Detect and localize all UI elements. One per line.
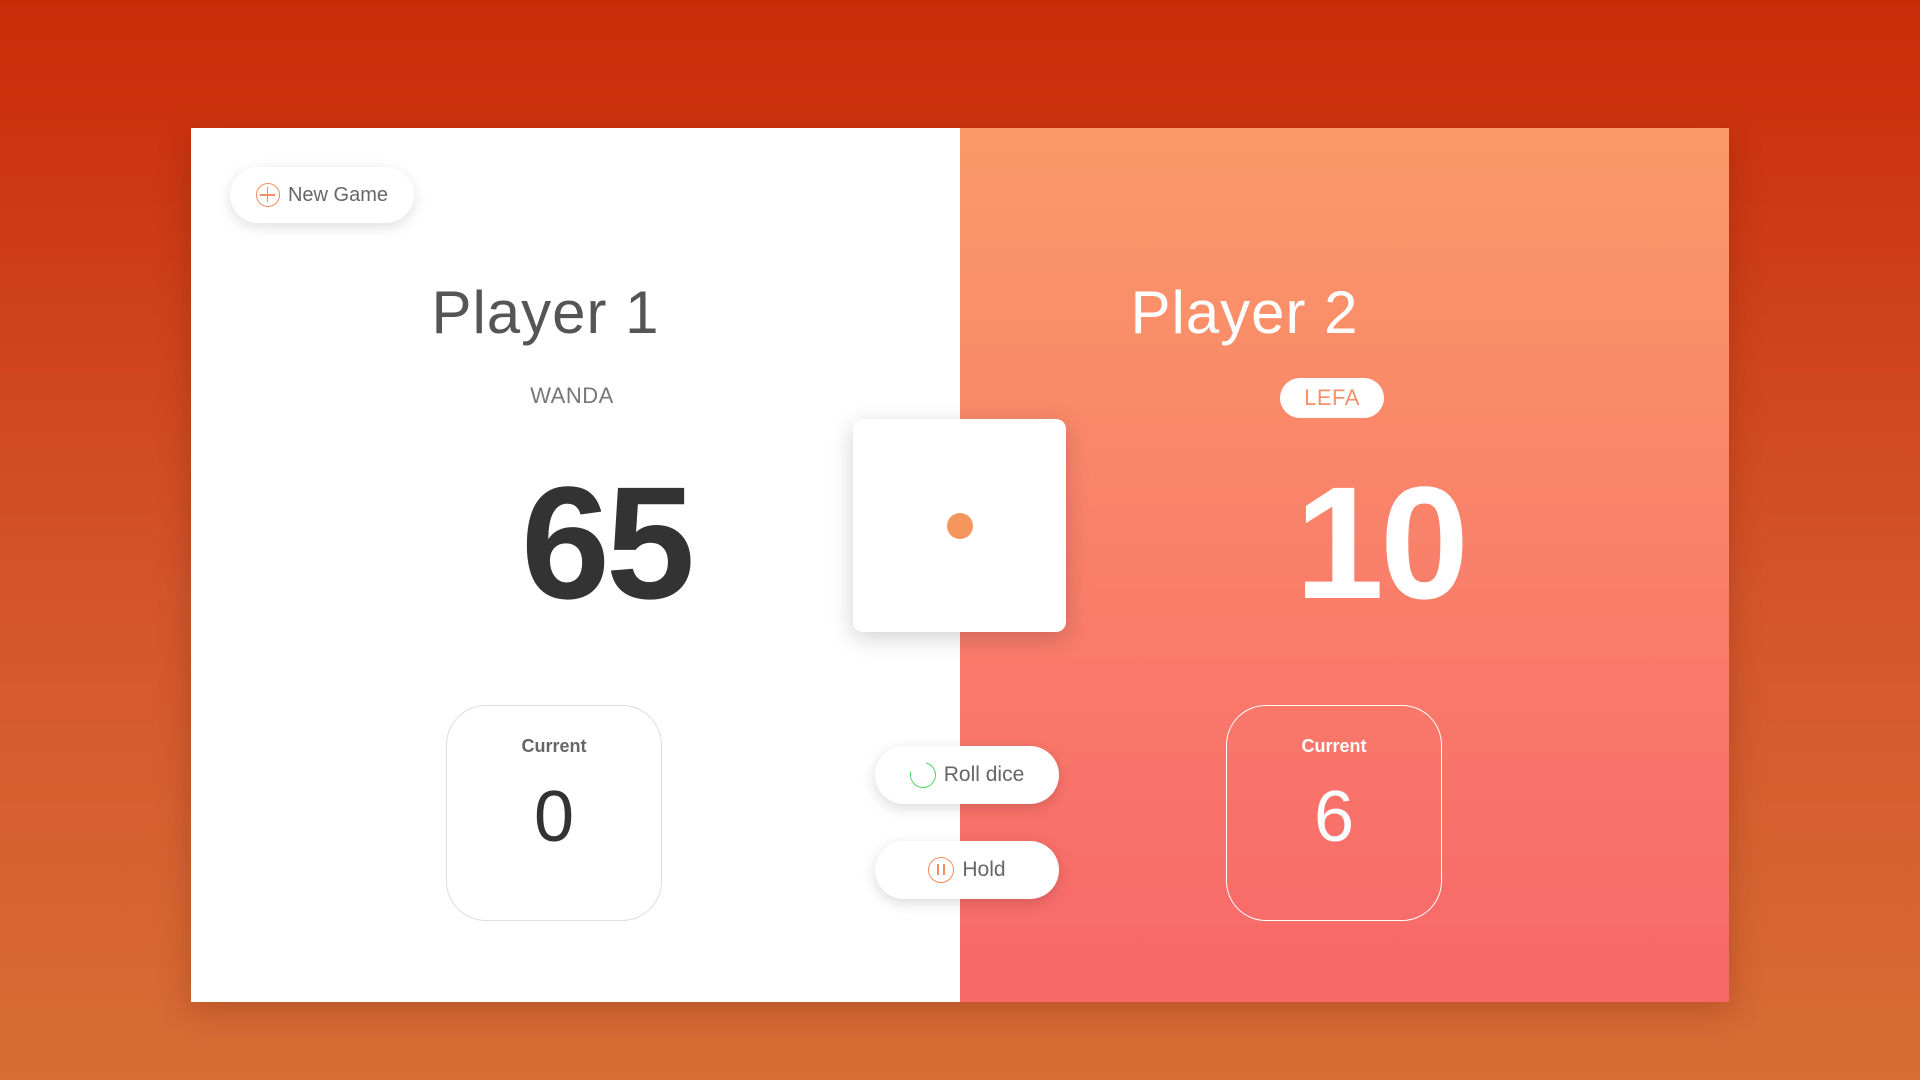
player-2-nickname-badge: LEFA: [1280, 378, 1384, 418]
player-2-current-box: Current 6: [1226, 705, 1442, 921]
player-1-score: 65: [521, 453, 695, 632]
player-1-current-value: 0: [533, 777, 575, 857]
hold-label: Hold: [962, 858, 1006, 881]
player-2-current-value: 6: [1313, 777, 1355, 857]
roll-dice-button[interactable]: Roll dice: [875, 746, 1059, 804]
pause-icon: [928, 857, 955, 883]
new-game-button[interactable]: New Game: [230, 167, 414, 223]
player-1-panel: New Game Player 1 WANDA 65 Current 0: [191, 128, 960, 1002]
player-1-current-label: Current: [521, 736, 587, 756]
plus-circle-icon: [255, 183, 280, 207]
roll-dice-label: Roll dice: [943, 763, 1025, 786]
player-2-panel: Player 2 LEFA 10 Current 6: [960, 128, 1729, 1002]
player-2-current-label: Current: [1301, 736, 1367, 756]
player-2-title: Player 2: [1130, 279, 1359, 346]
player-2-score: 10: [1295, 453, 1469, 632]
hold-button[interactable]: Hold: [875, 841, 1059, 899]
player-1-nickname: WANDA: [530, 383, 614, 408]
dice: [853, 419, 1066, 632]
new-game-label: New Game: [287, 183, 389, 206]
player-1-title: Player 1: [431, 279, 660, 346]
dice-pip: [947, 513, 973, 539]
refresh-icon: [904, 757, 941, 793]
player-1-current-box: Current 0: [446, 705, 662, 921]
